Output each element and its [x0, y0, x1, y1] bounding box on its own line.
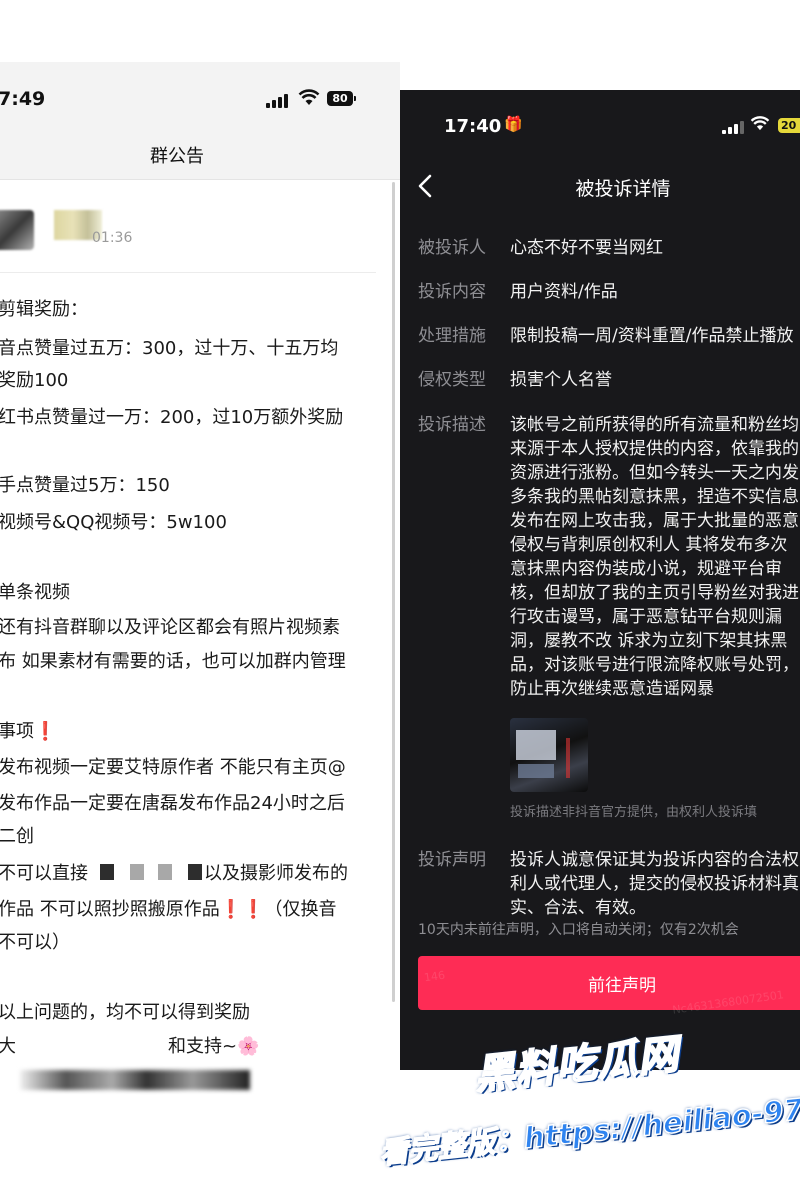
status-bar: 7:49 80: [0, 62, 400, 134]
description-line: 核，但却放了我的主页引导粉丝对我进: [510, 583, 799, 603]
battery-icon: 80: [327, 91, 353, 106]
divider: [0, 272, 376, 273]
announcement-line: 和支持~🌸: [168, 1036, 260, 1057]
deadline-note: 10天内未前往声明，入口将自动关闭；仅有2次机会: [418, 922, 739, 938]
redaction-mark: [188, 864, 202, 880]
announcement-line: 单条视频: [0, 582, 70, 603]
description-line: 该帐号之前所获得的所有流量和粉丝均: [510, 415, 799, 435]
signal-icon: [722, 121, 744, 134]
description-line: 防止再次继续恶意造谣网暴: [510, 679, 714, 699]
description-line: 多条我的黑帖刻意抹黑，捏造不实信息: [510, 487, 799, 507]
announcement-line: 手点赞量过5万：150: [0, 475, 170, 496]
announcement-line: 布 如果素材有需要的话，也可以加群内管理: [0, 651, 346, 672]
redaction-mark: [130, 864, 144, 880]
description-label: 投诉描述: [418, 415, 486, 435]
action-value: 限制投稿一周/资料重置/作品禁止播放: [510, 326, 794, 346]
type-label: 侵权类型: [418, 370, 486, 390]
statement-line: 投诉人诚意保证其为投诉内容的合法权: [510, 850, 799, 870]
content-label: 投诉内容: [418, 282, 486, 302]
nav-bar: 群公告: [0, 134, 400, 180]
announcement-line: 不可以直接: [0, 863, 88, 884]
description-line: 行攻击谩骂，属于恶意钻平台规则漏: [510, 607, 782, 627]
signal-icon: [266, 94, 290, 108]
redaction-mark: [100, 864, 114, 880]
type-value: 损害个人名誉: [510, 370, 612, 390]
description-line: 洞，屡教不改 诉求为立刻下架其抹黑: [510, 631, 788, 651]
statement-label: 投诉声明: [418, 850, 486, 870]
redaction-mark: [158, 864, 172, 880]
description-disclaimer: 投诉描述非抖音官方提供，由权利人投诉填: [510, 805, 758, 820]
statement-line: 实、合法、有效。: [510, 898, 646, 918]
announcement-line: 事项❗: [0, 721, 57, 742]
complainant-label: 被投诉人: [418, 238, 486, 258]
announcement-line: 作品 不可以照抄照搬原作品❗❗（仅换音: [0, 899, 337, 920]
description-line: 资源进行涨粉。但如今转头一天之内发: [510, 463, 799, 483]
content-value: 用户资料/作品: [510, 282, 618, 302]
post-time: 01:36: [92, 230, 133, 246]
announcement-line: 二创: [0, 826, 34, 847]
group-announcement-screen: 7:49 80 群公告 01:36 剪辑奖励： 音点赞量过五万：300，过十万、…: [0, 62, 400, 1200]
announcement-line: 剪辑奖励：: [0, 299, 88, 320]
announcement-line: 音点赞量过五万：300，过十万、十五万均: [0, 338, 339, 359]
description-line: 意抹黑内容伪装成小说，规避平台审: [510, 559, 782, 579]
redacted-text-blur: [20, 1070, 250, 1090]
announcement-line: 视频号&QQ视频号：5w100: [0, 512, 227, 533]
announcement-line: 还有抖音群聊以及评论区都会有照片视频素: [0, 617, 340, 638]
status-time: 17:40: [444, 116, 502, 137]
description-line: 来源于本人授权提供的内容，依靠我的: [510, 439, 799, 459]
complainant-value: 心态不好不要当网红: [510, 238, 663, 258]
scrollbar[interactable]: [392, 182, 395, 1002]
status-time: 7:49: [0, 88, 46, 110]
avatar[interactable]: [0, 210, 34, 250]
announcement-line: 以及摄影师发布的: [204, 863, 348, 884]
announcement-line: 以上问题的，均不可以得到奖励: [0, 1002, 250, 1023]
statement-line: 利人或代理人，提交的侵权投诉材料真: [510, 874, 799, 894]
announcement-line: 发布作品一定要在唐磊发布作品24小时之后: [0, 793, 345, 814]
evidence-thumbnail[interactable]: [510, 718, 588, 792]
site-url-watermark: 看完整版：https://heiliao-97.com: [377, 1083, 800, 1171]
description-line: 侵权与背刺原创权利人 其将发布多次: [510, 535, 788, 555]
page-title: 群公告: [150, 146, 204, 167]
announcement-line: 不可以）: [0, 932, 70, 953]
battery-icon: 20: [778, 118, 800, 133]
announcement-line: 大: [0, 1036, 16, 1057]
wifi-icon: [298, 89, 320, 105]
gift-icon: 🎁: [504, 115, 523, 133]
description-line: 发布在网上攻击我，属于大批量的恶意: [510, 511, 799, 531]
battery-tip: [354, 96, 356, 101]
wifi-icon: [750, 116, 770, 131]
action-label: 处理措施: [418, 326, 486, 346]
complaint-detail-screen: 17:40 🎁 20 被投诉详情 被投诉人 心态不好不要当网红 投诉内容 用户资…: [400, 90, 800, 1070]
announcement-line: 奖励100: [0, 370, 69, 391]
page-title: 被投诉详情: [575, 178, 671, 200]
announcement-line: 红书点赞量过一万：200，过10万额外奖励: [0, 407, 344, 428]
description-line: 品，对该账号进行限流降权账号处罚，: [510, 655, 799, 675]
announcement-line: 发布视频一定要艾特原作者 不能只有主页@: [0, 757, 346, 778]
